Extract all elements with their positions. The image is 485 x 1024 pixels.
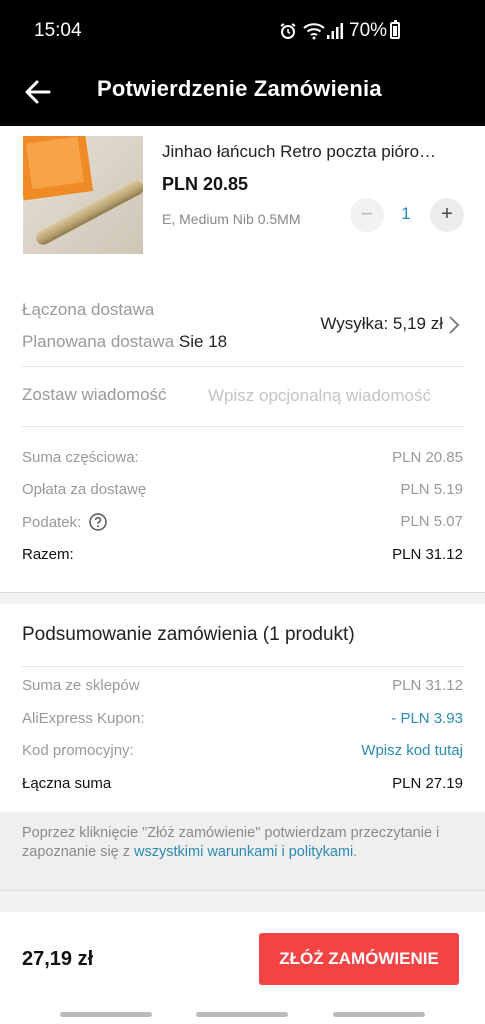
subtotal-label: Suma częściowa:: [22, 449, 139, 466]
section-separator: [0, 890, 485, 912]
product-title[interactable]: Jinhao łańcuch Retro poczta pióro…: [162, 142, 436, 162]
divider: [22, 426, 463, 427]
chevron-right-icon: [449, 316, 460, 334]
tax-row: Podatek: PLN 5.07: [22, 513, 463, 535]
grand-total-row: Łączna suma PLN 27.19: [22, 775, 463, 797]
coupon-row[interactable]: AliExpress Kupon: - PLN 3.93: [22, 710, 463, 732]
nav-home-button[interactable]: [196, 1012, 288, 1017]
delivery-option[interactable]: Łączona dostawa Planowana dostawa Sie 18…: [0, 290, 485, 366]
divider: [22, 366, 463, 367]
section-separator: [0, 592, 485, 604]
tax-value: PLN 5.07: [400, 513, 463, 530]
stores-sum-value: PLN 31.12: [392, 677, 463, 694]
nav-back-button[interactable]: [333, 1012, 425, 1017]
nav-recent-button[interactable]: [60, 1012, 152, 1017]
page-title: Potwierdzenie Zamówienia: [97, 76, 382, 101]
promo-code-row[interactable]: Kod promocyjny: Wpisz kod tutaj: [22, 742, 463, 764]
promo-code-label: Kod promocyjny:: [22, 742, 134, 759]
back-button[interactable]: [22, 76, 54, 108]
product-card: Jinhao łańcuch Retro poczta pióro… PLN 2…: [0, 126, 485, 262]
grand-total-label: Łączna suma: [22, 775, 112, 792]
message-input[interactable]: [208, 383, 466, 409]
status-bar: 15:04 70%: [0, 0, 485, 62]
place-order-button[interactable]: ZŁÓŻ ZAMÓWIENIE: [259, 933, 459, 985]
product-image[interactable]: [23, 136, 143, 254]
app-bar: Potwierdzenie Zamówienia: [0, 62, 485, 126]
total-row: Razem: PLN 31.12: [22, 546, 463, 568]
help-icon[interactable]: [89, 513, 108, 531]
battery-icon: [390, 20, 400, 39]
coupon-label: AliExpress Kupon:: [22, 710, 145, 727]
planned-delivery: Planowana dostawa Sie 18: [22, 332, 227, 352]
terms-notice: Poprzez kliknięcie "Złóż zamówienie" pot…: [0, 812, 485, 890]
delivery-fee-row: Opłata za dostawę PLN 5.19: [22, 481, 463, 503]
stores-sum-row: Suma ze sklepów PLN 31.12: [22, 677, 463, 699]
message-label: Zostaw wiadomość: [22, 385, 167, 404]
system-nav-bar: [0, 1007, 485, 1024]
quantity-value: 1: [401, 204, 411, 223]
terms-end: .: [353, 844, 358, 860]
wifi-icon: [303, 22, 325, 45]
tax-label-wrap: Podatek:: [22, 513, 108, 531]
promo-code-link[interactable]: Wpisz kod tutaj: [361, 742, 463, 759]
total-value: PLN 31.12: [392, 546, 463, 563]
quantity-increase-button[interactable]: +: [430, 198, 464, 232]
coupon-value[interactable]: - PLN 3.93: [391, 710, 463, 727]
checkout-bar: 27,19 zł ZŁÓŻ ZAMÓWIENIE: [0, 912, 485, 1007]
status-time: 15:04: [34, 20, 82, 41]
product-box-graphic: [23, 136, 94, 201]
delivery-fee-label: Opłata za dostawę: [22, 481, 147, 498]
tax-label: Podatek:: [22, 514, 82, 531]
quantity-decrease-button[interactable]: −: [350, 198, 384, 232]
battery-percent: 70%: [349, 20, 388, 41]
delivery-fee-value: PLN 5.19: [400, 481, 463, 498]
signal-icon: [326, 22, 344, 45]
alarm-icon: [279, 22, 297, 45]
arrow-left-icon: [25, 80, 51, 104]
grand-total-value: PLN 27.19: [392, 775, 463, 792]
total-label: Razem:: [22, 546, 74, 563]
checkout-total: 27,19 zł: [22, 948, 94, 970]
shipping-cost: Wysyłka: 5,19 zł: [320, 314, 443, 333]
subtotal-value: PLN 20.85: [392, 449, 463, 466]
divider: [22, 666, 463, 667]
product-price: PLN 20.85: [162, 174, 249, 194]
planned-delivery-label: Planowana dostawa: [22, 332, 175, 351]
order-summary-title: Podsumowanie zamówienia (1 produkt): [22, 624, 355, 645]
subtotal-row: Suma częściowa: PLN 20.85: [22, 449, 463, 471]
planned-delivery-date: Sie 18: [178, 332, 228, 351]
terms-link[interactable]: wszystkimi warunkami i politykami: [134, 844, 353, 860]
stores-sum-label: Suma ze sklepów: [22, 677, 140, 694]
combined-delivery-label: Łączona dostawa: [22, 300, 155, 319]
product-variant: E, Medium Nib 0.5MM: [162, 211, 301, 227]
